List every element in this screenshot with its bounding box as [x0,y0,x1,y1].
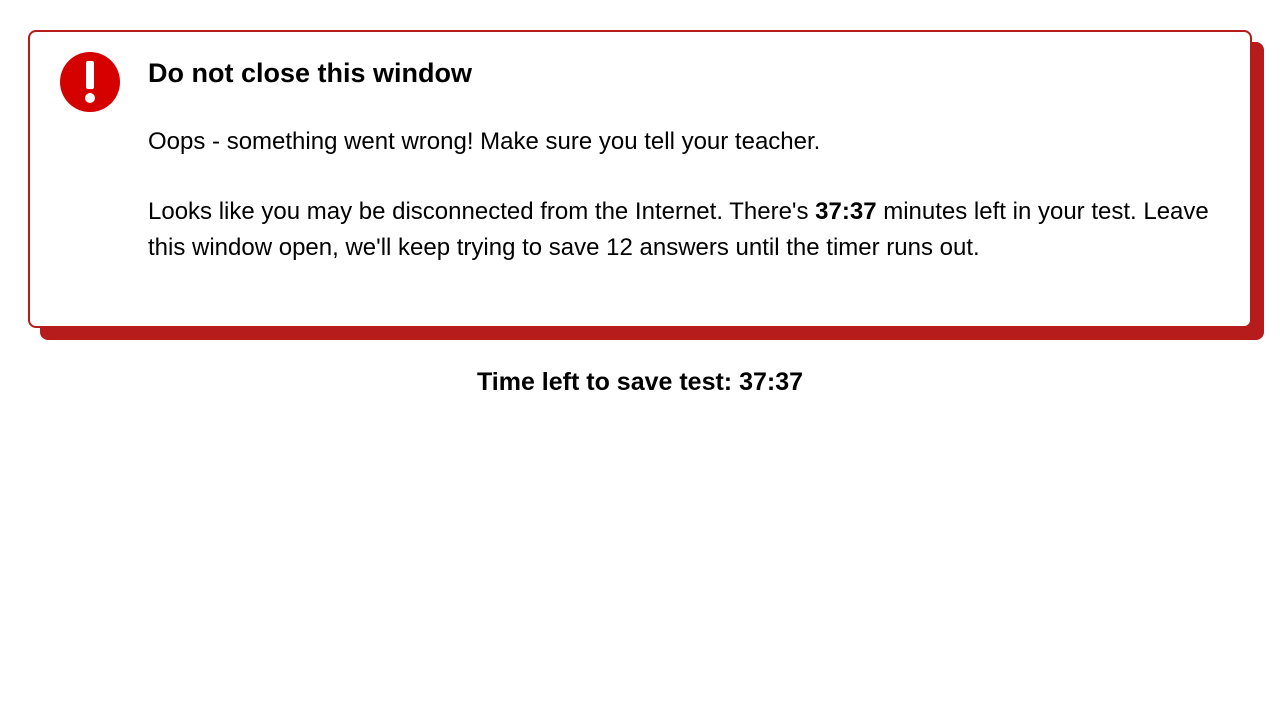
alert-title: Do not close this window [148,58,1220,89]
alert-content: Do not close this window Oops - somethin… [148,52,1220,266]
exclamation-icon [60,52,120,112]
timer-footer-time: 37:37 [739,368,803,396]
timer-footer: Time left to save test: 37:37 [28,368,1252,397]
alert-details-before: Looks like you may be disconnected from … [148,198,815,225]
alert-details: Looks like you may be disconnected from … [148,194,1220,266]
alert-box: Do not close this window Oops - somethin… [28,30,1252,328]
alert-message: Oops - something went wrong! Make sure y… [148,125,1220,160]
alert-time-remaining: 37:37 [815,198,876,225]
timer-footer-label: Time left to save test: [477,368,739,396]
